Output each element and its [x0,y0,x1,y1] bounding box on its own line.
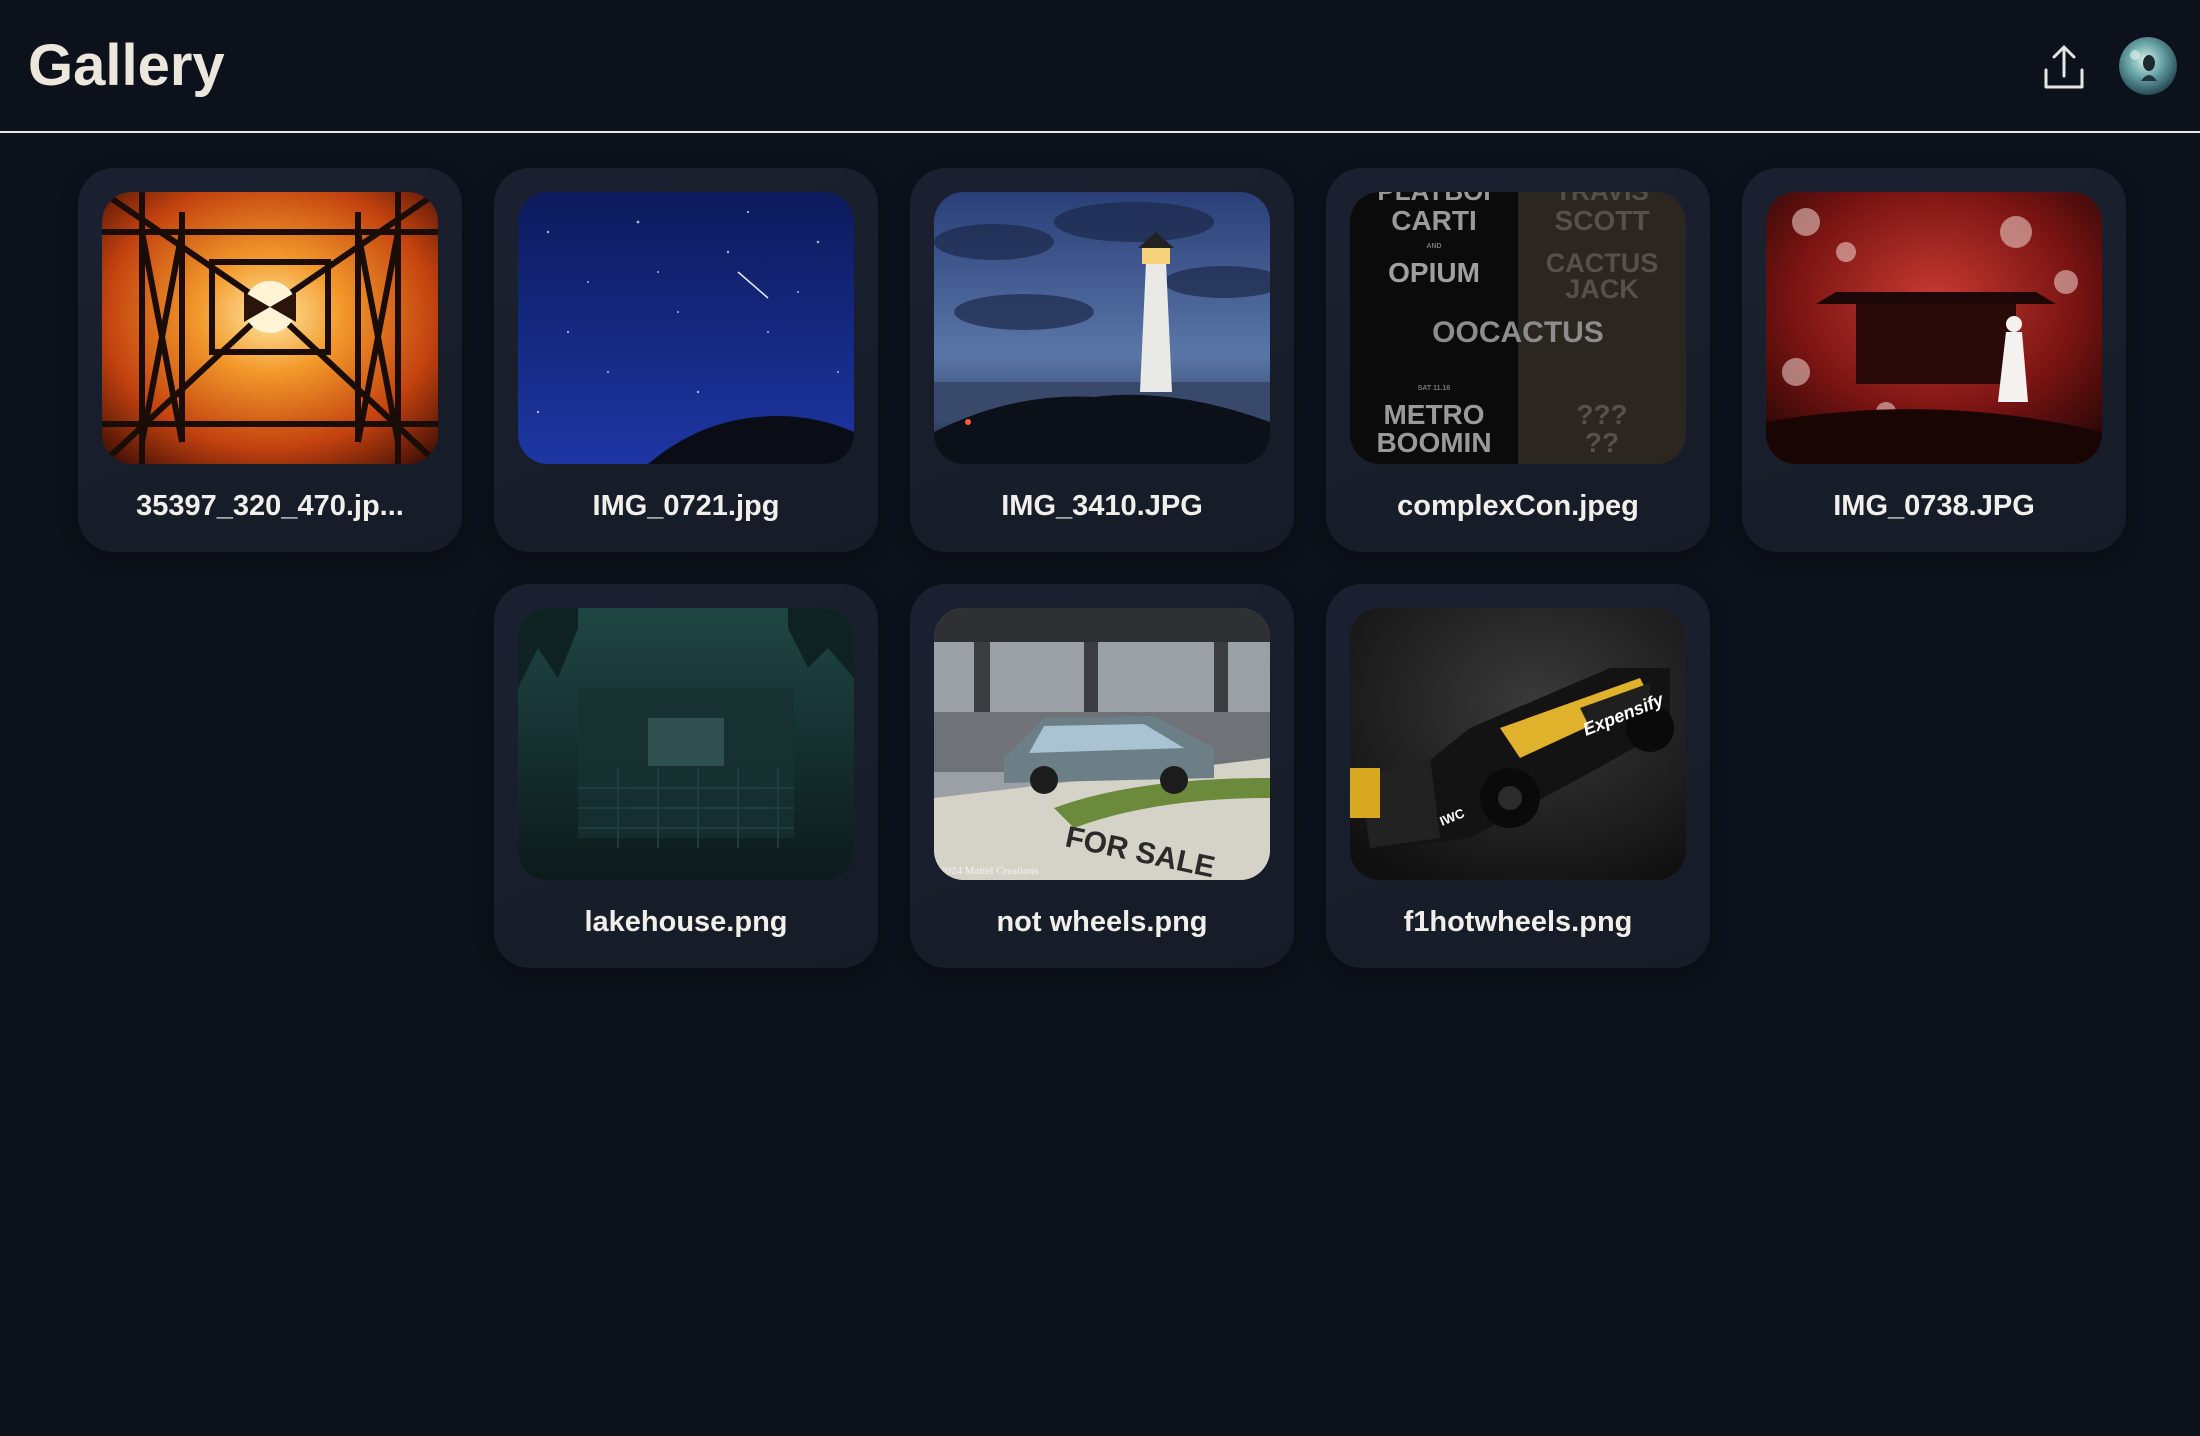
file-name: not wheels.png [996,906,1208,938]
poster-text: AND [1426,243,1441,250]
poster-text: OPIUM [1388,257,1480,288]
file-name: IMG_3410.JPG [1001,490,1203,522]
thumbnail-image [518,608,854,880]
file-name: complexCon.jpeg [1397,490,1639,522]
file-name: f1hotwheels.png [1403,906,1633,938]
gallery-grid: 35397_320_470.jp... IMG_0721.jpg IMG_341… [0,0,2200,1436]
poster-text: METRO [1383,399,1484,430]
thumbnail-image: PLAYBOI CARTI AND OPIUM TRAVIS SCOTT CAC… [1350,192,1686,464]
thumbnail-image: Expensify IWC [1350,608,1686,880]
poster-text: BOOMIN [1376,427,1491,458]
file-name: 35397_320_470.jp... [136,490,404,522]
thumbnail-image [102,192,438,464]
thumbnail-image [518,192,854,464]
gallery-card[interactable]: FOR SALE 2024 Mattel Creations not wheel… [910,584,1294,968]
thumbnail-image [934,192,1270,464]
poster-text: ?? [1585,427,1619,458]
poster-text: CARTI [1391,205,1477,236]
gallery-card[interactable]: 35397_320_470.jp... [78,168,462,552]
poster-text: SCOTT [1555,205,1650,236]
poster-text: OOCACTUS [1432,316,1604,349]
gallery-card[interactable]: lakehouse.png [494,584,878,968]
poster-text: PLAYBOI [1377,192,1490,206]
poster-text: ??? [1576,399,1627,430]
gallery-card[interactable]: IMG_3410.JPG [910,168,1294,552]
file-name: IMG_0721.jpg [592,490,780,522]
gallery-card[interactable]: Expensify IWC f1hotwheels.png [1326,584,1710,968]
thumbnail-image [1766,192,2102,464]
poster-text: JACK [1565,274,1639,304]
poster-text: SAT 11.16 [1418,385,1451,392]
file-name: lakehouse.png [584,906,788,938]
watermark-text: 2024 Mattel Creations [940,865,1038,877]
gallery-card[interactable]: IMG_0738.JPG [1742,168,2126,552]
gallery-card[interactable]: PLAYBOI CARTI AND OPIUM TRAVIS SCOTT CAC… [1326,168,1710,552]
file-name: IMG_0738.JPG [1833,490,2035,522]
gallery-card[interactable]: IMG_0721.jpg [494,168,878,552]
thumbnail-image: FOR SALE 2024 Mattel Creations [934,608,1270,880]
poster-text: TRAVIS [1555,192,1648,206]
